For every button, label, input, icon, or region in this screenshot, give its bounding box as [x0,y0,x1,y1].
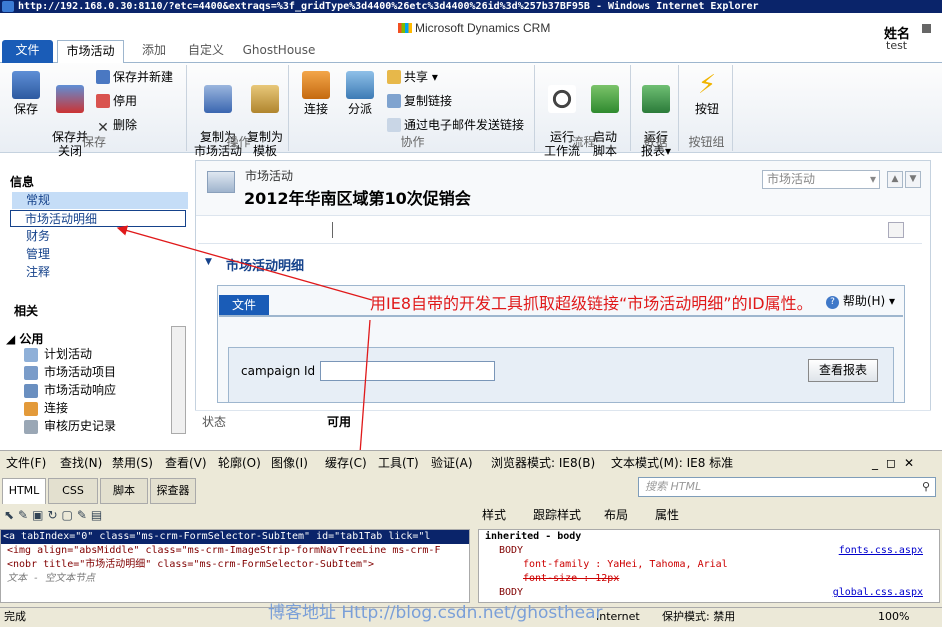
devtools-menu-tools[interactable]: 工具(T) [378,456,419,470]
devtools-search-input[interactable]: 搜索 HTML ⚲ [638,477,936,497]
dom-node[interactable]: 文本 - 空文本节点 [1,572,469,586]
devtools-toolbar[interactable]: ⬉✎▣↻▢✎▤ [4,508,106,526]
style-tab-style[interactable]: 样式 [482,508,506,522]
devtools-tab-script[interactable]: 脚本 [100,478,148,504]
dom-node-selected[interactable]: <a tabIndex="0" class="ms-crm-FormSelect… [1,530,469,544]
search-icon: ⚲ [921,480,930,493]
devtools-window-controls[interactable]: _◻✕ [872,456,922,470]
style-property[interactable]: font-family : YaHei, Tahoma, Arial [479,558,939,572]
style-tab-attributes[interactable]: 属性 [655,508,679,522]
dom-node[interactable]: <nobr title="市场活动明细" class="ms-crm-FormS… [1,558,469,572]
dom-node[interactable]: <img align="absMiddle" class="ms-crm-Ima… [1,544,469,558]
document-mode-select[interactable]: 文本模式(M): IE8 标准 [611,456,733,470]
protected-mode-text: 保护模式: 禁用 [662,610,736,623]
style-tab-layout[interactable]: 布局 [604,508,628,522]
devtools-menu-view[interactable]: 查看(V) [165,456,207,470]
devtools-menu-file[interactable]: 文件(F) [6,456,46,470]
devtools-tab-profiler[interactable]: 探查器 [150,478,196,504]
devtools-menu-disable[interactable]: 禁用(S) [112,456,153,470]
style-pane: inherited - body BODY fonts.css.aspx font… [478,529,940,603]
devtools-menu-find[interactable]: 查找(N) [60,456,102,470]
style-rule[interactable]: inherited - body [479,530,939,544]
devtools-tab-html[interactable]: HTML [2,478,46,504]
zoom-control[interactable]: 100% [878,608,909,626]
browser-mode-select[interactable]: 浏览器模式: IE8(B) [491,456,595,470]
style-rule[interactable]: BODY fonts.css.aspx [479,544,939,558]
status-text: 完成 [4,610,26,623]
blog-watermark: 博客地址 Http://blog.csdn.net/ghosthear [268,603,603,623]
devtools-tab-css[interactable]: CSS [48,478,98,504]
dom-tree: <a tabIndex="0" class="ms-crm-FormSelect… [0,529,470,603]
devtools-menu-validate[interactable]: 验证(A) [431,456,473,470]
devtools-menu-images[interactable]: 图像(I) [271,456,308,470]
arrow-to-nav-item [116,225,373,301]
devtools-menu-cache[interactable]: 缓存(C) [325,456,367,470]
annotation-text: 用IE8自带的开发工具抓取超级链接“市场活动明细”的ID属性。 [370,294,813,313]
style-property[interactable]: font-size : 12px [479,572,939,586]
style-tab-trace[interactable]: 跟踪样式 [533,508,581,522]
devtools-menu-outline[interactable]: 轮廓(O) [218,456,261,470]
